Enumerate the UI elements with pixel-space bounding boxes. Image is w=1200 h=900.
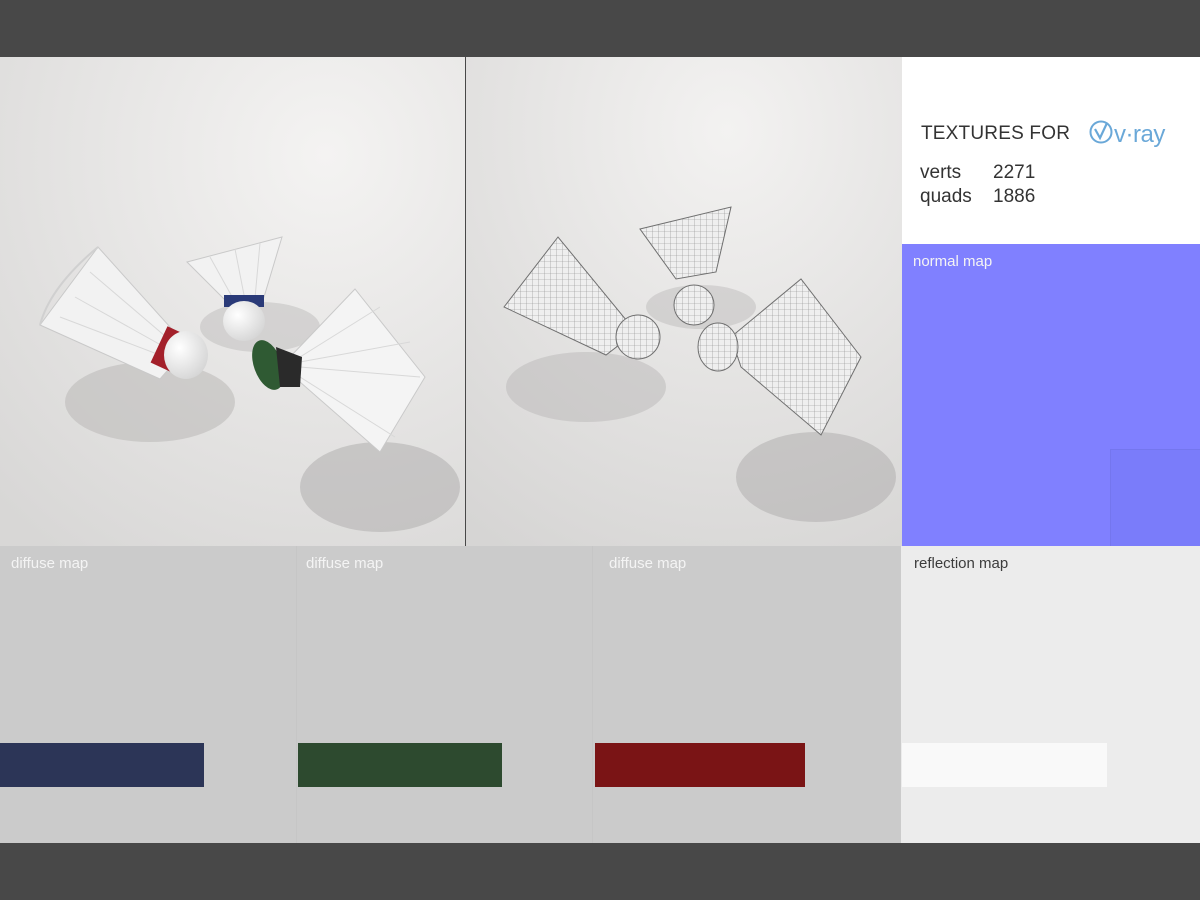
info-title: TEXTURES FOR: [921, 123, 1071, 144]
shaded-render: [0, 57, 465, 546]
quads-label: quads: [920, 186, 972, 207]
verts-value: 2271: [993, 162, 1036, 183]
normal-map-panel: normal map: [902, 244, 1200, 547]
diffuse-map-label: diffuse map: [306, 555, 384, 572]
diffuse-map-panel-red: diffuse map: [592, 546, 902, 843]
normal-map-detail: [1110, 449, 1200, 547]
normal-map-label: normal map: [913, 253, 993, 270]
wireframe-render: [466, 57, 902, 546]
quads-value: 1886: [993, 186, 1036, 207]
vray-logo-icon: [1089, 120, 1113, 144]
diffuse-map-label: diffuse map: [609, 555, 687, 572]
reflection-strip: [902, 743, 1107, 787]
diffuse-strip-red: [595, 743, 805, 787]
reflection-map-panel: reflection map: [901, 546, 1200, 843]
diffuse-map-label: diffuse map: [11, 555, 89, 572]
diffuse-strip-blue: [0, 743, 204, 787]
diffuse-strip-green: [298, 743, 502, 787]
info-panel: TEXTURES FOR v·ray verts 2271 quads 1886: [902, 57, 1200, 244]
diffuse-map-panel-blue: diffuse map: [0, 546, 296, 843]
verts-label: verts: [920, 162, 962, 183]
diffuse-map-panel-green: diffuse map: [296, 546, 593, 843]
reflection-map-label: reflection map: [914, 555, 1009, 572]
vray-logo-text: v·ray: [1114, 121, 1165, 148]
